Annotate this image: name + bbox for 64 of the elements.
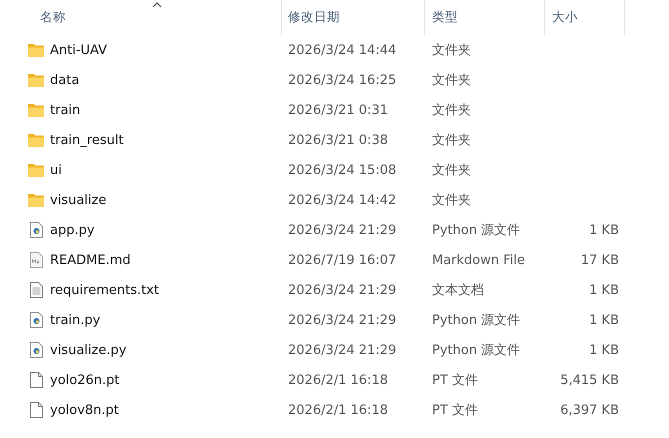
python-file-icon xyxy=(30,222,43,238)
file-type: 文件夹 xyxy=(432,42,471,59)
file-size: 5,415 KB xyxy=(560,372,619,388)
file-name[interactable]: visualize.py xyxy=(50,342,126,358)
modified-date: 2026/2/1 16:18 xyxy=(288,372,388,388)
file-type: PT 文件 xyxy=(432,372,478,389)
python-file-icon xyxy=(30,312,43,328)
column-header[interactable]: 修改日期 xyxy=(282,0,425,35)
folder-icon xyxy=(28,133,44,147)
folder-icon xyxy=(28,43,44,57)
file-name[interactable]: train_result xyxy=(50,132,124,148)
file-name[interactable]: Anti-UAV xyxy=(50,42,108,58)
modified-date: 2026/3/24 16:25 xyxy=(288,72,396,88)
file-type: Markdown File xyxy=(432,252,526,268)
modified-date: 2026/3/24 14:44 xyxy=(288,42,396,58)
folder-icon xyxy=(28,163,44,177)
file-name[interactable]: ui xyxy=(50,162,62,178)
column-header[interactable]: 大小 xyxy=(545,0,625,35)
modified-date: 2026/3/24 21:29 xyxy=(288,342,396,358)
sort-caret-icon xyxy=(152,2,162,8)
markdown-file-icon xyxy=(30,252,43,268)
file-type: Python 源文件 xyxy=(432,222,520,239)
file-type: Python 源文件 xyxy=(432,342,520,359)
file-type: 文件夹 xyxy=(432,132,471,149)
file-size: 17 KB xyxy=(580,252,619,268)
file-icon xyxy=(30,372,43,388)
file-type: PT 文件 xyxy=(432,402,478,419)
file-type: 文件夹 xyxy=(432,162,471,179)
file-type: 文件夹 xyxy=(432,192,471,209)
file-icon xyxy=(30,402,43,418)
column-header[interactable]: 名称 xyxy=(0,0,282,35)
file-name[interactable]: yolo26n.pt xyxy=(50,372,120,388)
file-type: 文件夹 xyxy=(432,72,471,89)
file-name[interactable]: train xyxy=(50,102,80,118)
file-name[interactable]: train.py xyxy=(50,312,100,328)
python-file-icon xyxy=(30,342,43,358)
column-header[interactable]: 类型 xyxy=(425,0,545,35)
file-type: 文件夹 xyxy=(432,102,471,119)
folder-icon xyxy=(28,73,44,87)
file-size: 1 KB xyxy=(589,282,619,298)
file-type: Python 源文件 xyxy=(432,312,520,329)
folder-icon xyxy=(28,193,44,207)
folder-icon xyxy=(28,103,44,117)
modified-date: 2026/3/24 14:42 xyxy=(288,192,396,208)
modified-date: 2026/3/21 0:31 xyxy=(288,102,388,118)
file-type: 文本文档 xyxy=(432,282,484,299)
modified-date: 2026/7/19 16:07 xyxy=(288,252,396,268)
file-size: 6,397 KB xyxy=(560,402,619,418)
text-file-icon xyxy=(30,282,43,298)
modified-date: 2026/3/24 21:29 xyxy=(288,282,396,298)
modified-date: 2026/2/1 16:18 xyxy=(288,402,388,418)
modified-date: 2026/3/24 15:08 xyxy=(288,162,396,178)
file-size: 1 KB xyxy=(589,222,619,238)
modified-date: 2026/3/24 21:29 xyxy=(288,312,396,328)
file-name[interactable]: visualize xyxy=(50,192,106,208)
file-name[interactable]: README.md xyxy=(50,252,131,268)
modified-date: 2026/3/21 0:38 xyxy=(288,132,388,148)
modified-date: 2026/3/24 21:29 xyxy=(288,222,396,238)
file-name[interactable]: yolov8n.pt xyxy=(50,402,119,418)
file-name[interactable]: app.py xyxy=(50,222,95,238)
file-name[interactable]: requirements.txt xyxy=(50,282,160,298)
file-size: 1 KB xyxy=(589,342,619,358)
file-size: 1 KB xyxy=(589,312,619,328)
file-name[interactable]: data xyxy=(50,72,80,88)
